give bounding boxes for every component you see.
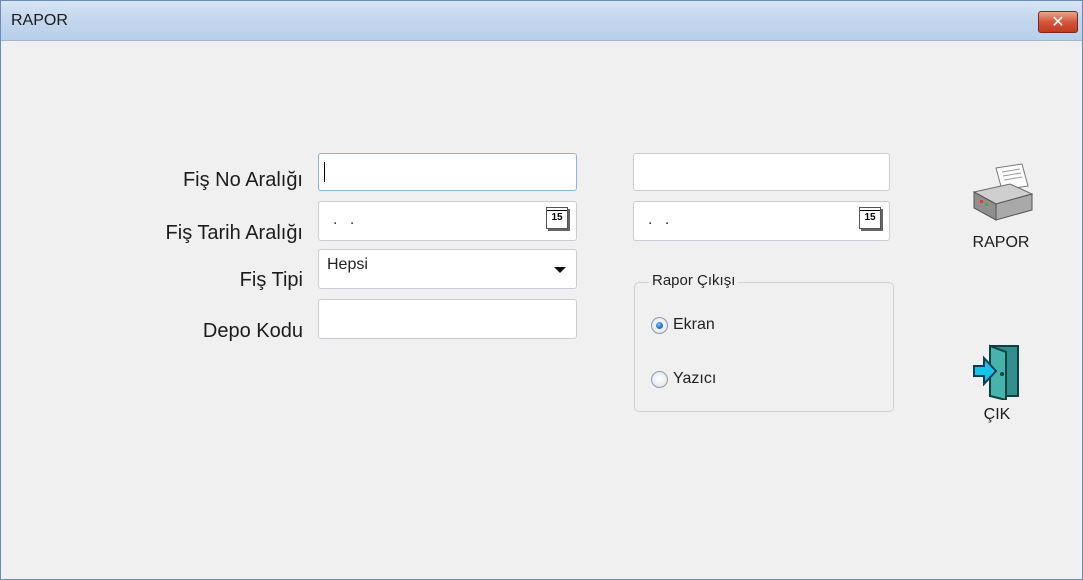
cik-button-label: ÇIK: [983, 406, 1011, 423]
fis-tipi-selected: Hepsi: [327, 256, 368, 273]
radio-yazici-label: Yazıcı: [673, 370, 717, 387]
depo-kodu-label: Depo Kodu: [202, 320, 303, 342]
radio-ekran-label: Ekran: [673, 316, 715, 333]
fis-tipi-label: Fiş Tipi: [239, 269, 303, 291]
fis-no-label: Fiş No Aralığı: [182, 169, 303, 191]
radio-yazici[interactable]: Yazıcı: [651, 370, 716, 388]
chevron-down-icon[interactable]: [554, 267, 566, 273]
window-title: RAPOR: [11, 12, 68, 29]
dialog-body: Fiş No Aralığı Fiş Tarih Aralığı Fiş Tip…: [1, 42, 1082, 579]
radio-ekran[interactable]: Ekran: [651, 316, 715, 334]
date-placeholder: . .: [333, 211, 359, 228]
cik-button[interactable]: ÇIK: [947, 342, 1047, 424]
fis-tarih-to-input[interactable]: . . 15: [633, 201, 890, 241]
text-caret: [324, 162, 325, 182]
rapor-cikisi-group: Rapor Çıkışı Ekran Yazıcı: [634, 272, 894, 412]
fis-no-to-input[interactable]: [633, 153, 890, 191]
close-button[interactable]: ✕: [1038, 11, 1078, 33]
rapor-button-label: RAPOR: [972, 234, 1030, 251]
rapor-button[interactable]: RAPOR: [951, 162, 1051, 252]
date-placeholder: . .: [648, 211, 674, 228]
depo-kodu-input[interactable]: [318, 299, 577, 339]
printer-icon: [972, 163, 1034, 221]
title-bar[interactable]: RAPOR ✕: [1, 1, 1082, 41]
exit-door-icon: [973, 344, 1019, 400]
fis-tarih-label: Fiş Tarih Aralığı: [165, 222, 303, 244]
fis-tarih-from-input[interactable]: . . 15: [318, 201, 577, 241]
calendar-icon[interactable]: 15: [859, 207, 881, 229]
rapor-window: RAPOR ✕ Fiş No Aralığı Fiş Tarih Aralığı…: [0, 0, 1083, 580]
fis-tipi-select[interactable]: Hepsi: [318, 249, 577, 289]
radio-unchecked-icon[interactable]: [651, 370, 668, 388]
close-icon: ✕: [1051, 14, 1065, 31]
fis-no-from-input[interactable]: [318, 153, 577, 191]
calendar-icon[interactable]: 15: [546, 207, 568, 229]
group-title: Rapor Çıkışı: [649, 272, 739, 289]
radio-checked-icon[interactable]: [651, 316, 668, 334]
